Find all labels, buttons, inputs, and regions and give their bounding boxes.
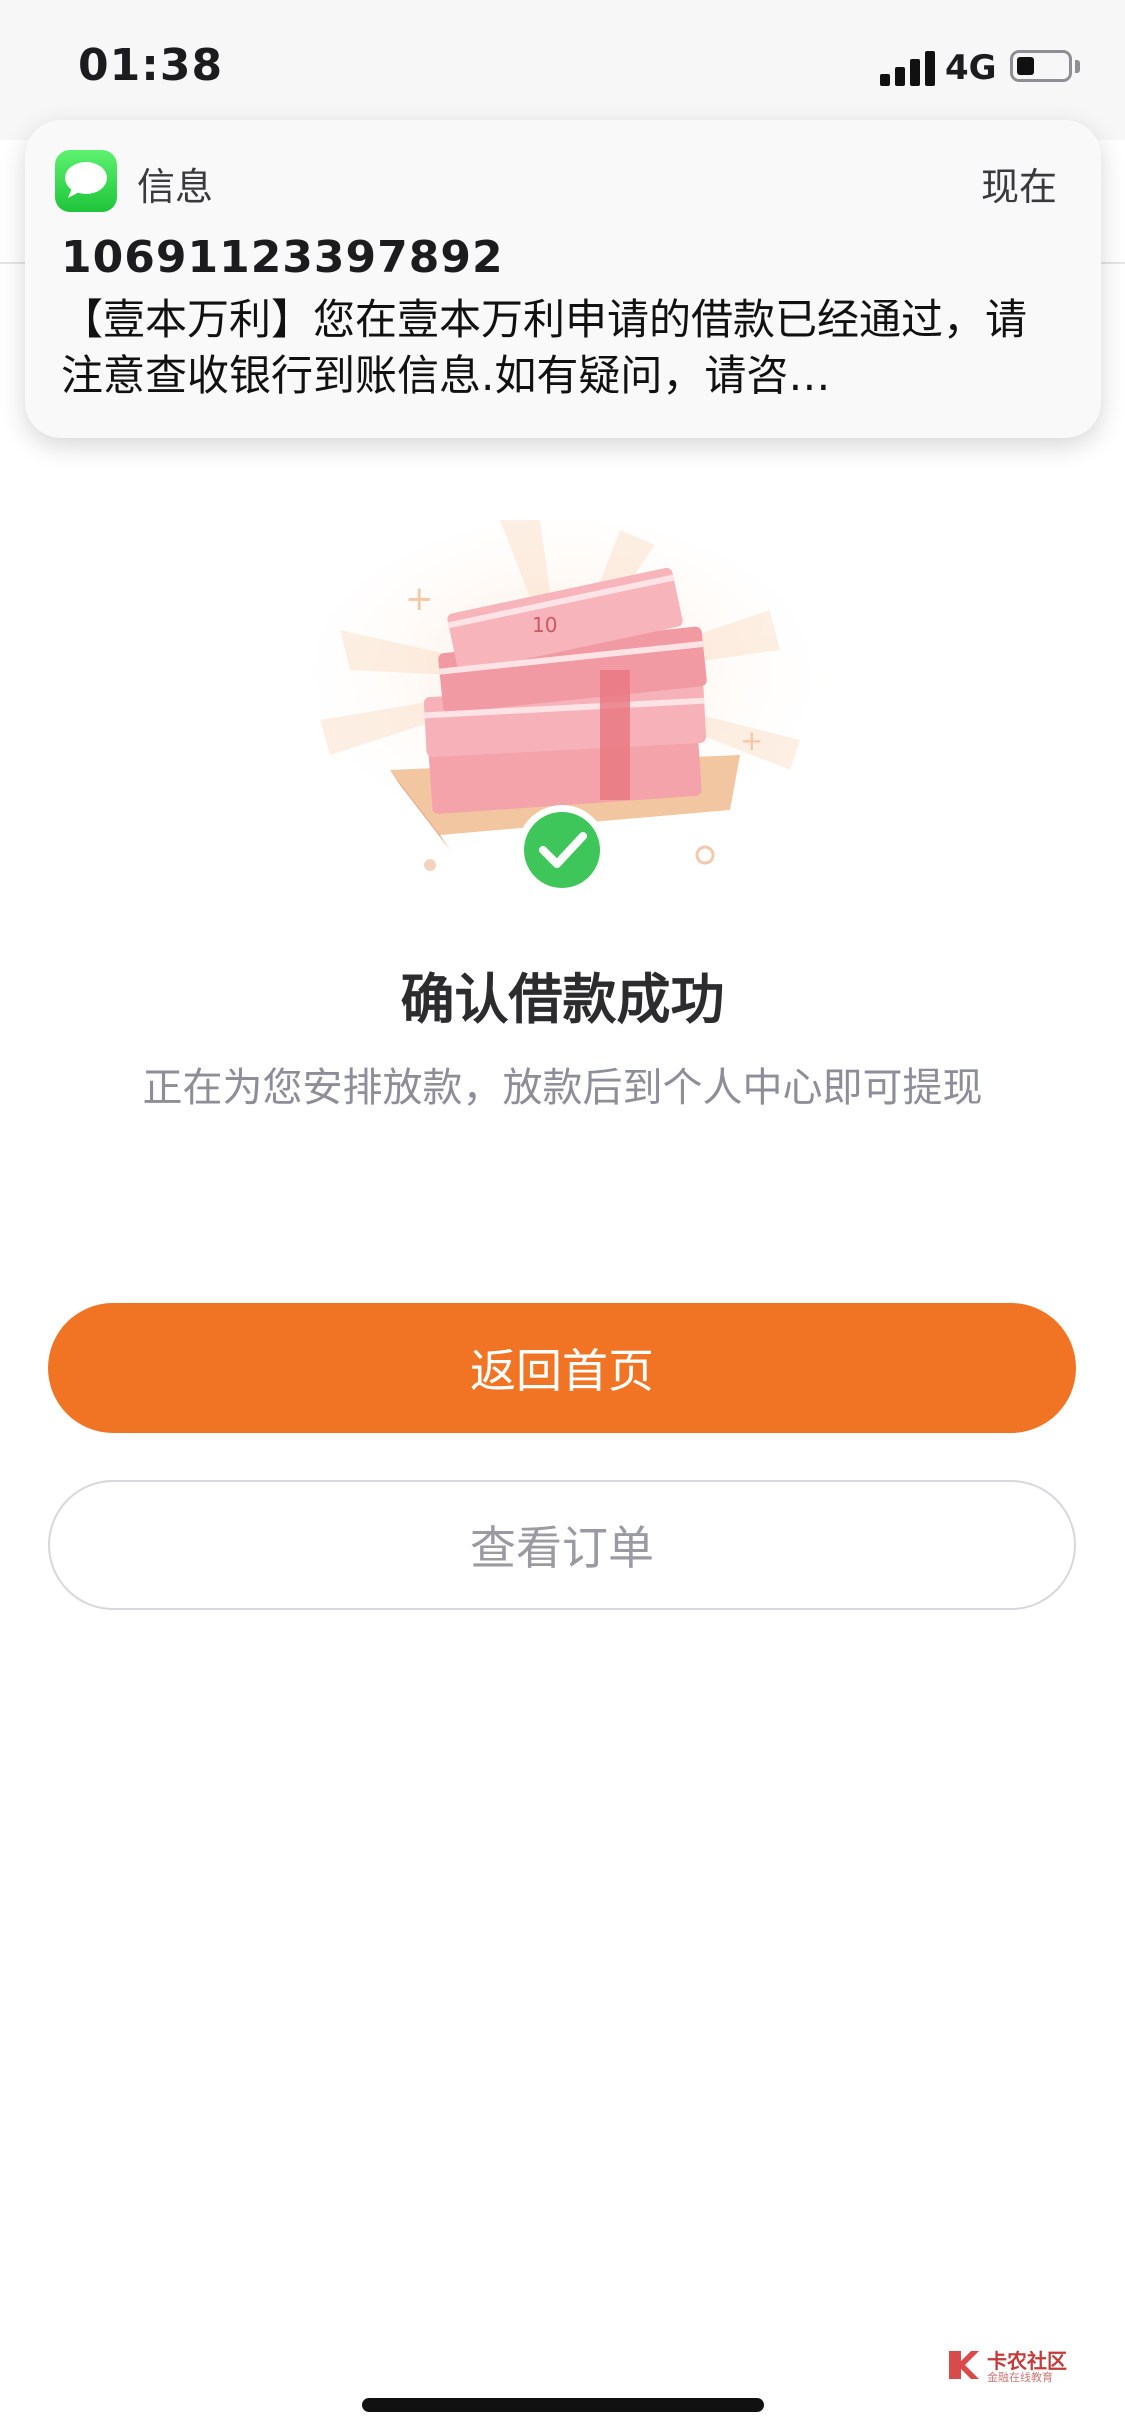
watermark-subtext: 金融在线教育 <box>987 2371 1053 2384</box>
notification-app-name: 信息 <box>137 165 214 209</box>
success-title: 确认借款成功 <box>400 968 725 1031</box>
watermark: 卡农社区 金融在线教育 <box>945 2345 1075 2385</box>
battery-cap <box>1075 60 1080 73</box>
network-type: 4G <box>945 48 997 88</box>
messages-app-icon <box>55 150 117 212</box>
svg-text:+: + <box>405 579 434 619</box>
return-home-button[interactable]: 返回首页 <box>48 1303 1076 1433</box>
bill-denomination: 10 <box>532 613 557 637</box>
svg-text:+: + <box>740 724 763 757</box>
notification-time: 现在 <box>980 165 1057 209</box>
battery-icon <box>1010 50 1072 82</box>
success-subtitle: 正在为您安排放款，放款后到个人中心即可提现 <box>142 1065 983 1111</box>
view-order-button[interactable]: 查看订单 <box>48 1480 1076 1610</box>
notification-message: 【壹本万利】您在壹本万利申请的借款已经通过，请注意查收银行到账信息.如有疑问，请… <box>61 295 1028 400</box>
notification-sender: 10691123397892 <box>61 232 504 283</box>
signal-icon <box>880 50 936 86</box>
kanong-logo-icon <box>949 2351 979 2379</box>
status-time: 01:38 <box>78 40 224 91</box>
message-notification[interactable]: 信息 现在 10691123397892 【壹本万利】您在壹本万利申请的借款已经… <box>25 120 1101 438</box>
home-indicator[interactable] <box>362 2398 764 2412</box>
money-stack-success-icon: + + 10 <box>302 520 822 895</box>
